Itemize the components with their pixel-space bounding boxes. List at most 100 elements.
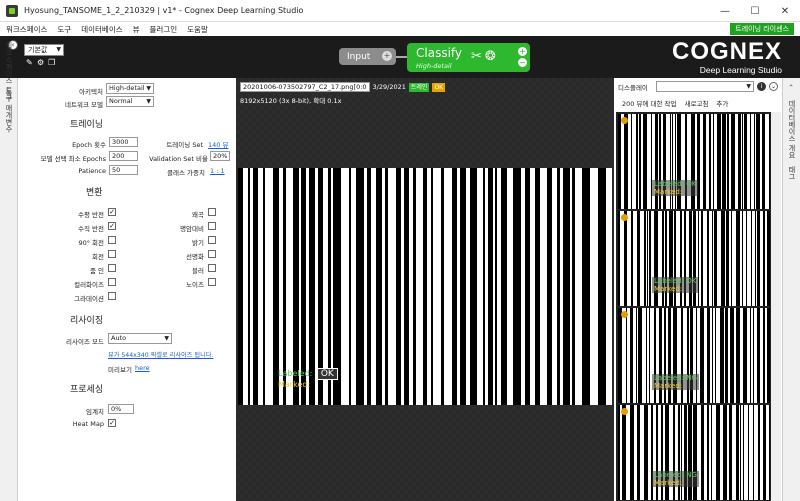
thumbnail-gallery[interactable]: Labeled: OK Marked: Labeled: OK Marked: … — [616, 112, 771, 501]
gradient-checkbox[interactable] — [108, 292, 116, 300]
preset-actions: ✎ ⚙ ❐ — [26, 59, 56, 67]
model-select-epochs-label: 모델 선택 최소 Epochs — [40, 155, 106, 163]
brightness-checkbox[interactable] — [208, 236, 216, 244]
network-model-select[interactable]: Normal ▼ — [106, 96, 154, 107]
display-select[interactable]: ▼ — [656, 81, 754, 92]
image-viewer[interactable]: 20201006-073502797_C2_17.png[0:0 3/29/20… — [236, 78, 614, 501]
gallery-scrollbar[interactable] — [771, 112, 781, 501]
edit-icon[interactable]: ✎ — [26, 59, 34, 67]
colorize-checkbox[interactable] — [108, 278, 116, 286]
preview-label: 미리보기 — [108, 366, 132, 374]
menu-database[interactable]: 데이터베이스 — [81, 24, 122, 35]
blur-checkbox[interactable] — [208, 264, 216, 272]
barcode-bar — [701, 211, 703, 306]
architecture-value: High-detail — [109, 84, 145, 92]
window-controls: — ☐ ✕ — [710, 0, 800, 22]
training-set-link[interactable]: 140 뷰 — [208, 139, 228, 149]
model-select-epochs-input[interactable]: 200 — [109, 151, 138, 161]
patience-input[interactable]: 50 — [109, 165, 138, 175]
add-link[interactable]: 추가 — [716, 98, 728, 108]
barcode-bar — [441, 168, 444, 405]
bulk-action-link[interactable]: 200 뷰에 대한 작업 — [622, 98, 677, 108]
heatmap-checkbox[interactable]: ✓ — [108, 419, 116, 427]
input-node-label: Input — [347, 51, 371, 62]
expand-icon[interactable]: ⌄ — [769, 82, 778, 91]
brain-icon[interactable]: ❂ — [485, 49, 496, 64]
resize-mode-label: 리사이즈 모드 — [66, 338, 104, 346]
barcode-bar — [483, 168, 485, 405]
epoch-input[interactable]: 3000 — [109, 137, 138, 147]
class-weight-link[interactable]: 1 : 1 — [210, 167, 225, 175]
thumbnail[interactable]: Labeled: OK Marked: — [618, 114, 770, 209]
license-button[interactable]: 트레이닝 라이센스 — [730, 23, 794, 35]
remove-tool-icon[interactable]: − — [518, 58, 527, 67]
barcode-bar — [638, 308, 642, 403]
validation-ratio-input[interactable]: 20% — [210, 151, 230, 161]
preview-link[interactable]: here — [135, 364, 150, 372]
rot90-checkbox[interactable] — [108, 236, 116, 244]
barcode-bar — [731, 114, 735, 209]
barcode-bar — [707, 308, 710, 403]
classify-node[interactable]: Classify High-detail ✂ ❂ + − — [407, 43, 530, 72]
barcode-bar — [725, 308, 728, 403]
labeled-value: OK — [316, 368, 338, 380]
noise-checkbox[interactable] — [208, 278, 216, 286]
barcode-bar — [501, 168, 507, 405]
thumbnail[interactable]: Labeled: NG Marked: — [618, 308, 770, 403]
barcode-bar — [751, 211, 752, 306]
contrast-checkbox[interactable] — [208, 222, 216, 230]
menu-workspace[interactable]: 워크스페이스 — [6, 24, 47, 35]
database-overview-tab[interactable]: 데이터베이스 개요 — [787, 100, 797, 158]
app-icon — [6, 4, 18, 17]
resize-note-link[interactable]: 뷰가 544x340 픽셀로 리사이즈 됩니다. — [108, 350, 238, 359]
barcode-bar — [367, 168, 371, 405]
barcode-bar — [750, 308, 751, 403]
barcode-bar — [624, 211, 627, 306]
right-side-strip: ‹ 데이터베이스 개요 태그 — [782, 78, 800, 501]
transform-label-brightness: 밝기 — [192, 239, 204, 247]
copy-icon[interactable]: ❐ — [48, 59, 56, 67]
thumbnail[interactable]: Labeled: OK Marked: — [618, 211, 770, 306]
gear-icon[interactable]: ⚙ — [37, 59, 45, 67]
tags-tab[interactable]: 태그 — [787, 166, 797, 180]
barcode-bar — [547, 168, 552, 405]
resize-mode-select[interactable]: Auto ▼ — [108, 333, 172, 344]
collapse-right-icon[interactable]: ‹ — [787, 84, 795, 87]
threshold-input[interactable]: 0% — [108, 404, 134, 414]
barcode-bar — [639, 114, 641, 209]
menu-help[interactable]: 도움말 — [187, 24, 208, 35]
barcode-bar — [413, 168, 416, 405]
minimize-button[interactable]: — — [710, 0, 740, 22]
barcode-bar — [767, 211, 770, 306]
input-node[interactable]: Input + — [339, 48, 396, 65]
gallery-actions: 200 뷰에 대한 작업 새로고침 추가 — [622, 98, 728, 108]
preset-select[interactable]: 기본값 ▼ — [24, 44, 64, 56]
barcode-bar — [460, 168, 466, 405]
add-icon[interactable]: + — [382, 51, 392, 61]
thumb-labeled: Labeled: NG — [654, 471, 697, 479]
preset-value: 기본값 — [28, 46, 48, 54]
zoom-checkbox[interactable] — [108, 264, 116, 272]
image-filename[interactable]: 20201006-073502797_C2_17.png[0:0 — [240, 82, 370, 92]
menu-plugin[interactable]: 플러그인 — [150, 24, 178, 35]
barcode-bar — [618, 211, 620, 306]
menu-view[interactable]: 뷰 — [133, 24, 140, 35]
tool-params-tab[interactable]: 도구 매개변수 — [4, 88, 14, 132]
scissors-icon[interactable]: ✂ — [471, 49, 482, 64]
add-tool-icon[interactable]: + — [518, 47, 527, 56]
distort-checkbox[interactable] — [208, 208, 216, 216]
architecture-select[interactable]: High-detail ▼ — [106, 83, 154, 94]
refresh-link[interactable]: 새로고침 — [685, 98, 709, 108]
chevron-down-icon: ▼ — [164, 335, 169, 342]
menu-tools[interactable]: 도구 — [57, 24, 71, 35]
barcode-bar — [470, 168, 477, 405]
sharpen-checkbox[interactable] — [208, 250, 216, 258]
vflip-checkbox[interactable]: ✓ — [108, 222, 116, 230]
rotate-checkbox[interactable] — [108, 250, 116, 258]
hflip-checkbox[interactable]: ✓ — [108, 208, 116, 216]
maximize-button[interactable]: ☐ — [740, 0, 770, 22]
info-icon[interactable]: i — [757, 82, 766, 91]
close-button[interactable]: ✕ — [770, 0, 800, 22]
thumbnail[interactable]: Labeled: NG Marked: — [618, 405, 770, 500]
transform-label-colorize: 컬러화이즈 — [74, 281, 104, 289]
